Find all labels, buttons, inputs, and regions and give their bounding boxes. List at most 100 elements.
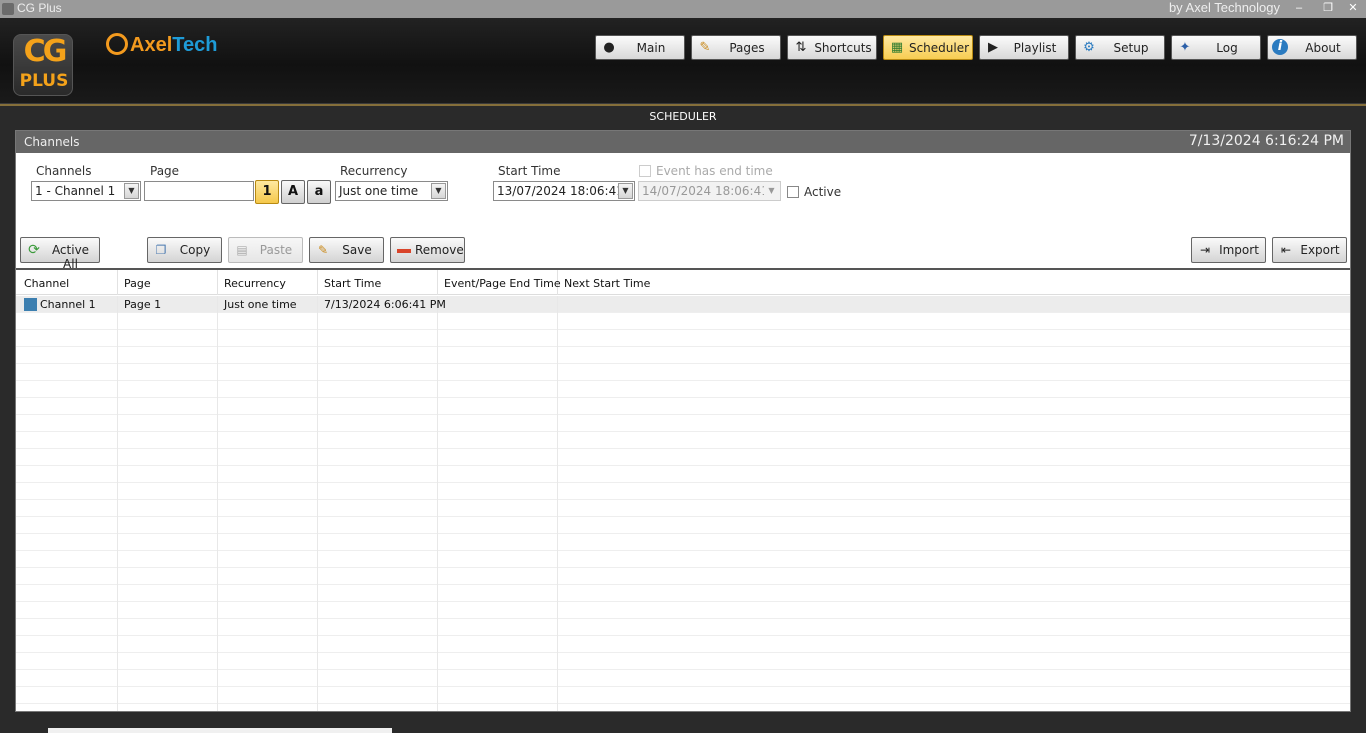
minus-icon xyxy=(396,243,412,257)
empty-cell xyxy=(318,466,438,483)
close-button[interactable]: ✕ xyxy=(1344,1,1362,16)
event-end-time-checkbox[interactable] xyxy=(639,165,651,177)
recurrency-select[interactable]: Just one time ▼ xyxy=(335,181,448,201)
minimize-button[interactable]: – xyxy=(1290,1,1308,16)
lowercase-mode-button[interactable]: a xyxy=(307,180,331,204)
empty-cell xyxy=(118,517,218,534)
page-input[interactable] xyxy=(144,181,254,201)
empty-cell xyxy=(218,364,318,381)
save-button[interactable]: ✎ Save xyxy=(309,237,384,263)
column-header-next-start-time[interactable]: Next Start Time xyxy=(558,270,1348,295)
nav-setup-button[interactable]: ⚙ Setup xyxy=(1075,35,1165,60)
app-icon xyxy=(2,3,14,15)
column-header-channel[interactable]: Channel xyxy=(18,270,118,295)
empty-row xyxy=(16,500,1350,517)
import-button[interactable]: ⇥ Import xyxy=(1191,237,1266,263)
empty-cell xyxy=(18,585,118,602)
empty-cell xyxy=(558,534,1348,551)
empty-cell xyxy=(318,670,438,687)
empty-cell xyxy=(218,619,318,636)
grid-header: Channel Page Recurrency Start Time Event… xyxy=(16,270,1350,295)
empty-cell xyxy=(438,670,558,687)
empty-row xyxy=(16,704,1350,711)
active-all-button[interactable]: ⟳ Active All xyxy=(20,237,100,271)
empty-cell xyxy=(118,653,218,670)
empty-cell xyxy=(558,466,1348,483)
empty-cell xyxy=(18,330,118,347)
empty-row xyxy=(16,551,1350,568)
empty-cell xyxy=(558,551,1348,568)
empty-cell xyxy=(558,653,1348,670)
empty-cell xyxy=(318,585,438,602)
empty-cell xyxy=(118,636,218,653)
chevron-down-icon: ▼ xyxy=(124,183,139,199)
nav-main-button[interactable]: ● Main xyxy=(595,35,685,60)
export-button[interactable]: ⇤ Export xyxy=(1272,237,1347,263)
empty-cell xyxy=(118,432,218,449)
nav-scheduler-button[interactable]: ▦ Scheduler xyxy=(883,35,973,60)
empty-cell xyxy=(438,347,558,364)
empty-cell xyxy=(318,381,438,398)
empty-cell xyxy=(118,670,218,687)
empty-cell xyxy=(218,432,318,449)
cell-channel: Channel 1 xyxy=(18,296,118,313)
start-time-picker[interactable]: 13/07/2024 18:06:41 ▼ xyxy=(493,181,635,201)
remove-button[interactable]: Remove xyxy=(390,237,465,263)
empty-cell xyxy=(118,568,218,585)
active-checkbox[interactable] xyxy=(787,186,799,198)
column-header-end-time[interactable]: Event/Page End Time xyxy=(438,270,561,295)
end-time-picker[interactable]: 14/07/2024 18:06:41 ▼ xyxy=(638,181,781,201)
empty-cell xyxy=(318,483,438,500)
empty-row xyxy=(16,619,1350,636)
empty-cell xyxy=(318,687,438,704)
empty-cell xyxy=(558,568,1348,585)
app-header: CG PLUS AxelTech ● Main ✎ Pages ⇅ Shortc… xyxy=(0,18,1366,106)
empty-row xyxy=(16,381,1350,398)
empty-cell xyxy=(438,330,558,347)
channels-select[interactable]: 1 - Channel 1 ▼ xyxy=(31,181,141,201)
empty-cell xyxy=(318,347,438,364)
empty-cell xyxy=(18,483,118,500)
empty-cell xyxy=(18,381,118,398)
empty-cell xyxy=(438,466,558,483)
empty-cell xyxy=(318,704,438,711)
satellite-icon: ✦ xyxy=(1179,40,1191,55)
empty-cell xyxy=(438,415,558,432)
column-header-start-time[interactable]: Start Time xyxy=(318,270,438,295)
empty-cell xyxy=(118,602,218,619)
nav-about-button[interactable]: i About xyxy=(1267,35,1357,60)
empty-cell xyxy=(558,619,1348,636)
nav-pages-button[interactable]: ✎ Pages xyxy=(691,35,781,60)
empty-cell xyxy=(218,687,318,704)
restore-button[interactable]: ❐ xyxy=(1319,1,1337,16)
empty-cell xyxy=(438,704,558,711)
empty-row xyxy=(16,347,1350,364)
empty-cell xyxy=(558,636,1348,653)
empty-row xyxy=(16,653,1350,670)
numeric-mode-button[interactable]: 1 xyxy=(255,180,279,204)
column-header-recurrency[interactable]: Recurrency xyxy=(218,270,318,295)
paste-button[interactable]: ▤ Paste xyxy=(228,237,303,263)
empty-cell xyxy=(318,449,438,466)
empty-cell xyxy=(118,449,218,466)
empty-cell xyxy=(218,602,318,619)
nav-playlist-button[interactable]: ▶ Playlist xyxy=(979,35,1069,60)
empty-cell xyxy=(558,483,1348,500)
column-header-page[interactable]: Page xyxy=(118,270,218,295)
empty-cell xyxy=(438,381,558,398)
event-end-time-label: Event has end time xyxy=(656,164,773,178)
table-row[interactable]: Channel 1 Page 1 Just one time 7/13/2024… xyxy=(16,296,1350,313)
info-icon: i xyxy=(1272,39,1288,55)
empty-cell xyxy=(558,398,1348,415)
empty-cell xyxy=(318,330,438,347)
empty-cell xyxy=(318,432,438,449)
empty-cell xyxy=(558,602,1348,619)
uppercase-mode-button[interactable]: A xyxy=(281,180,305,204)
nav-shortcuts-button[interactable]: ⇅ Shortcuts xyxy=(787,35,877,60)
import-icon: ⇥ xyxy=(1199,243,1211,257)
nav-log-button[interactable]: ✦ Log xyxy=(1171,35,1261,60)
empty-cell xyxy=(18,551,118,568)
empty-cell xyxy=(18,653,118,670)
empty-cell xyxy=(438,636,558,653)
copy-button[interactable]: ❐ Copy xyxy=(147,237,222,263)
